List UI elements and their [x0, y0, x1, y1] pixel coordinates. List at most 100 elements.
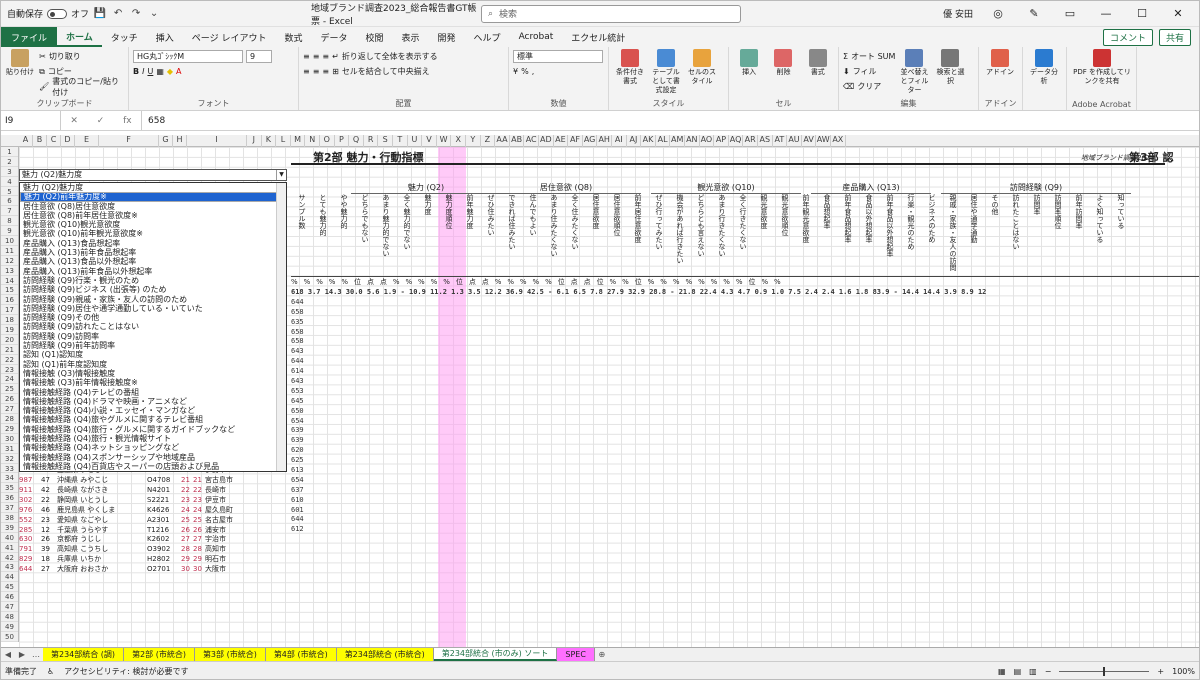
- save-icon[interactable]: 💾: [93, 7, 107, 21]
- enter-icon[interactable]: ✓: [97, 116, 105, 126]
- name-box[interactable]: I9: [1, 111, 61, 130]
- redo-icon[interactable]: ↷: [129, 7, 143, 21]
- column-header[interactable]: N: [305, 135, 320, 147]
- row-header[interactable]: 32: [1, 454, 18, 464]
- function-icon[interactable]: fx: [123, 116, 132, 126]
- column-header[interactable]: Q: [349, 135, 364, 147]
- pen-icon[interactable]: ✎: [1023, 7, 1045, 20]
- cell[interactable]: 26: [181, 525, 193, 535]
- cell[interactable]: 静岡県 いとうし: [57, 495, 147, 505]
- row-header[interactable]: 50: [1, 632, 18, 642]
- row-header[interactable]: 16: [1, 295, 18, 306]
- comment-button[interactable]: コメント: [1102, 28, 1153, 46]
- cell[interactable]: 大阪府 おおさか: [57, 564, 147, 574]
- column-header[interactable]: AD: [539, 135, 554, 147]
- wrap-text-button[interactable]: 折り返して全体を表示する: [342, 51, 438, 62]
- column-header[interactable]: AS: [758, 135, 773, 147]
- table-row[interactable]: 639: [291, 435, 1199, 445]
- list-item[interactable]: 産品購入 (Q13)前年食品想起率: [20, 248, 286, 257]
- tab-help[interactable]: ヘルプ: [465, 27, 510, 47]
- cell[interactable]: 12: [41, 525, 57, 535]
- table-row[interactable]: 644: [291, 297, 1199, 307]
- row-header[interactable]: 31: [1, 444, 18, 454]
- tab-data[interactable]: データ: [311, 27, 356, 47]
- column-header[interactable]: P: [335, 135, 350, 147]
- list-item[interactable]: 認知 (Q1)認知度: [20, 350, 286, 359]
- cell[interactable]: 29: [181, 554, 193, 564]
- row-header[interactable]: 12: [1, 256, 18, 266]
- row-header[interactable]: 14: [1, 276, 18, 286]
- list-item[interactable]: 認知 (Q1)前年度認知度: [20, 360, 286, 369]
- row-header[interactable]: 13: [1, 266, 18, 276]
- cell[interactable]: 22: [41, 495, 57, 505]
- row-header[interactable]: 24: [1, 374, 18, 385]
- row-header[interactable]: 4: [1, 177, 18, 187]
- autosave-toggle[interactable]: [47, 8, 68, 19]
- column-header[interactable]: AT: [773, 135, 788, 147]
- column-header[interactable]: C: [47, 135, 61, 147]
- column-header[interactable]: AE: [554, 135, 569, 147]
- list-item[interactable]: 情報接触経路 (Q4)旅行・グルメに関するガイドブックなど: [20, 425, 286, 434]
- row-header[interactable]: 25: [1, 384, 18, 395]
- row-header[interactable]: 36: [1, 493, 18, 504]
- align-center-icon[interactable]: ≡: [313, 67, 320, 76]
- column-header[interactable]: D: [61, 135, 75, 147]
- maximize-icon[interactable]: ☐: [1131, 7, 1153, 20]
- column-header[interactable]: A: [19, 135, 33, 147]
- row-header[interactable]: 40: [1, 533, 18, 543]
- file-tab[interactable]: ファイル: [1, 27, 58, 47]
- cell[interactable]: 42: [41, 485, 57, 495]
- column-header[interactable]: H: [173, 135, 187, 147]
- zoom-out-icon[interactable]: −: [1045, 667, 1052, 676]
- table-row[interactable]: 644: [291, 356, 1199, 366]
- sheet-tab-3[interactable]: 第3部 (市統合): [194, 648, 266, 661]
- table-row[interactable]: 302 22 静岡県 いとうし S2221 23 23 伊豆市: [19, 495, 291, 505]
- underline-icon[interactable]: U: [147, 67, 153, 76]
- cell[interactable]: 兵庫県 いちか: [57, 554, 147, 564]
- cell[interactable]: 976: [19, 505, 41, 515]
- cell[interactable]: 22: [181, 485, 193, 495]
- align-top-icon[interactable]: ≡: [303, 52, 310, 61]
- column-header[interactable]: AJ: [627, 135, 642, 147]
- column-header[interactable]: AB: [510, 135, 525, 147]
- column-header[interactable]: AQ: [729, 135, 744, 147]
- row-header[interactable]: 15: [1, 285, 18, 296]
- cell[interactable]: 987: [19, 475, 41, 485]
- table-row[interactable]: 650: [291, 406, 1199, 416]
- row-header[interactable]: 3: [1, 167, 18, 177]
- row-header[interactable]: 11: [1, 246, 18, 256]
- share-button[interactable]: 共有: [1158, 28, 1191, 46]
- user-name[interactable]: 優 安田: [943, 7, 973, 20]
- table-row[interactable]: 658: [291, 327, 1199, 337]
- cell[interactable]: O3902: [147, 544, 181, 554]
- column-header[interactable]: Z: [481, 135, 496, 147]
- row-header[interactable]: 49: [1, 622, 18, 632]
- table-row[interactable]: 654: [291, 416, 1199, 426]
- row-header[interactable]: 47: [1, 602, 18, 612]
- list-item[interactable]: 訪問経験 (Q9)ビジネス (出張等) のため: [20, 285, 286, 294]
- table-row[interactable]: 653: [291, 386, 1199, 396]
- row-header[interactable]: 27: [1, 404, 18, 415]
- list-item[interactable]: 産品購入 (Q13)食品以外想起率: [20, 257, 286, 266]
- undo-icon[interactable]: ↶: [111, 7, 125, 21]
- cell[interactable]: S2221: [147, 495, 181, 505]
- column-header[interactable]: AV: [802, 135, 817, 147]
- cell[interactable]: 27: [41, 564, 57, 574]
- row-header[interactable]: 21: [1, 345, 18, 355]
- list-item[interactable]: 訪問経験 (Q9)行楽・観光のため: [20, 276, 286, 285]
- cell[interactable]: 47: [41, 475, 57, 485]
- page-layout-icon[interactable]: ▤: [1014, 667, 1022, 676]
- merge-center-button[interactable]: セルを結合して中央揃え: [342, 66, 430, 77]
- list-item[interactable]: 訪問経験 (Q9)親戚・家族・友人の訪問のため: [20, 295, 286, 304]
- tab-review[interactable]: 校閲: [357, 27, 393, 47]
- list-item[interactable]: 居住意欲 (Q8)居住意欲度: [20, 202, 286, 211]
- cell[interactable]: K4626: [147, 505, 181, 515]
- column-header[interactable]: AK: [641, 135, 656, 147]
- cell[interactable]: A2301: [147, 515, 181, 525]
- list-item[interactable]: 魅力 (Q2)魅力度: [20, 183, 286, 192]
- cell[interactable]: 26: [193, 525, 205, 535]
- format-painter-button[interactable]: 🖌 書式のコピー/貼り付け: [39, 77, 124, 97]
- create-pdf-button[interactable]: PDF を作成してリンクを共有: [1071, 49, 1133, 86]
- cell[interactable]: 791: [19, 544, 41, 554]
- column-header[interactable]: X: [451, 135, 466, 147]
